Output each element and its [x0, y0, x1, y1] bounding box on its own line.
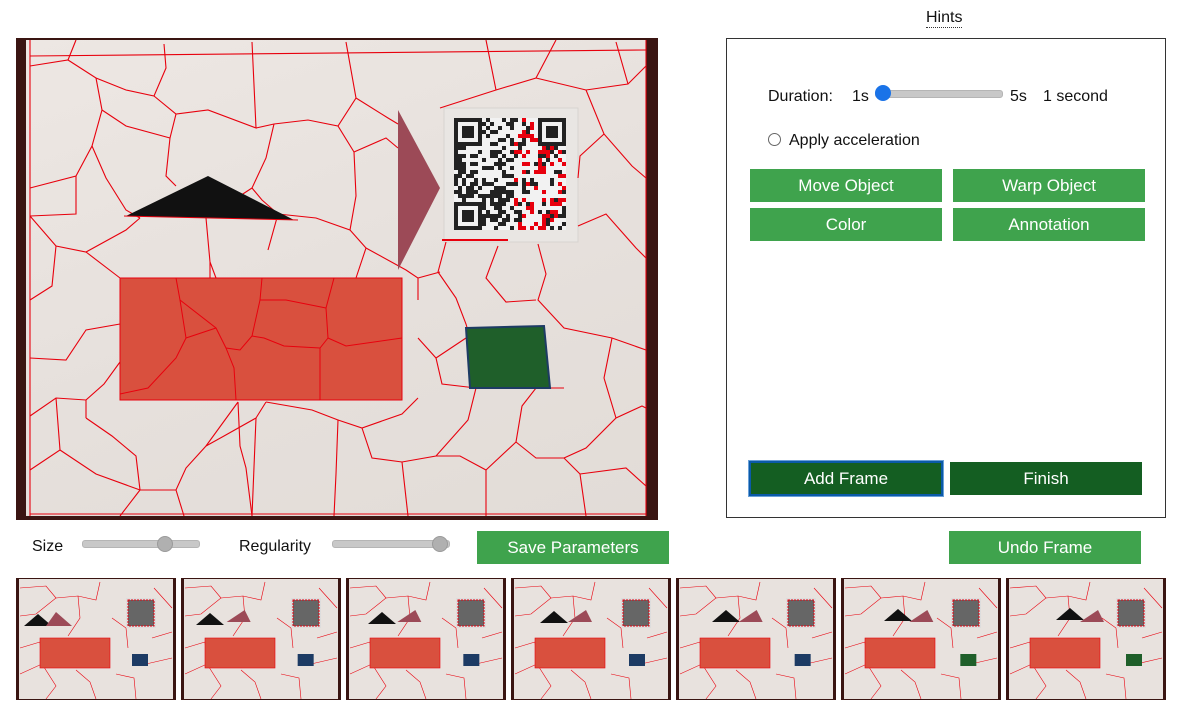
duration-slider[interactable] — [875, 90, 1003, 98]
mauve-triangle[interactable] — [398, 110, 440, 270]
filmstrip-frame[interactable] — [16, 578, 176, 700]
size-slider[interactable] — [82, 540, 200, 548]
duration-max-label: 5s — [1010, 88, 1027, 105]
annotation-button[interactable]: Annotation — [953, 208, 1145, 241]
filmstrip-frame[interactable] — [676, 578, 836, 700]
size-label: Size — [32, 538, 64, 555]
green-square[interactable] — [464, 324, 552, 389]
black-triangle[interactable] — [126, 176, 294, 220]
regularity-label: Regularity — [239, 538, 312, 555]
hints-link[interactable]: Hints — [926, 8, 963, 28]
warp-object-button[interactable]: Warp Object — [953, 169, 1145, 202]
filmstrip-frame[interactable] — [511, 578, 671, 700]
duration-min-label: 1s — [852, 88, 869, 105]
apply-acceleration-label: Apply acceleration — [789, 132, 920, 149]
size-slider-thumb[interactable] — [156, 536, 173, 552]
filmstrip-frame[interactable] — [346, 578, 506, 700]
add-frame-button[interactable]: Add Frame — [748, 460, 944, 497]
undo-frame-button[interactable]: Undo Frame — [949, 531, 1141, 564]
apply-acceleration-radio[interactable] — [768, 133, 781, 146]
filmstrip-frame[interactable] — [841, 578, 1001, 700]
color-button[interactable]: Color — [750, 208, 942, 241]
save-parameters-button[interactable]: Save Parameters — [477, 531, 669, 564]
duration-label: Duration: — [768, 88, 833, 105]
segmentation-overlay[interactable] — [16, 38, 658, 520]
finish-button[interactable]: Finish — [950, 462, 1142, 495]
duration-slider-thumb[interactable] — [875, 85, 891, 101]
regularity-slider-thumb[interactable] — [431, 536, 448, 552]
red-rectangle[interactable] — [119, 277, 403, 401]
duration-value: 1 second — [1043, 88, 1108, 105]
filmstrip-frame[interactable] — [1006, 578, 1166, 700]
qr-code — [442, 118, 566, 241]
move-object-button[interactable]: Move Object — [750, 169, 942, 202]
main-canvas[interactable] — [16, 38, 658, 520]
side-panel: Duration: 1s 5s 1 second Apply accelerat… — [726, 38, 1166, 518]
filmstrip-frame[interactable] — [181, 578, 341, 700]
